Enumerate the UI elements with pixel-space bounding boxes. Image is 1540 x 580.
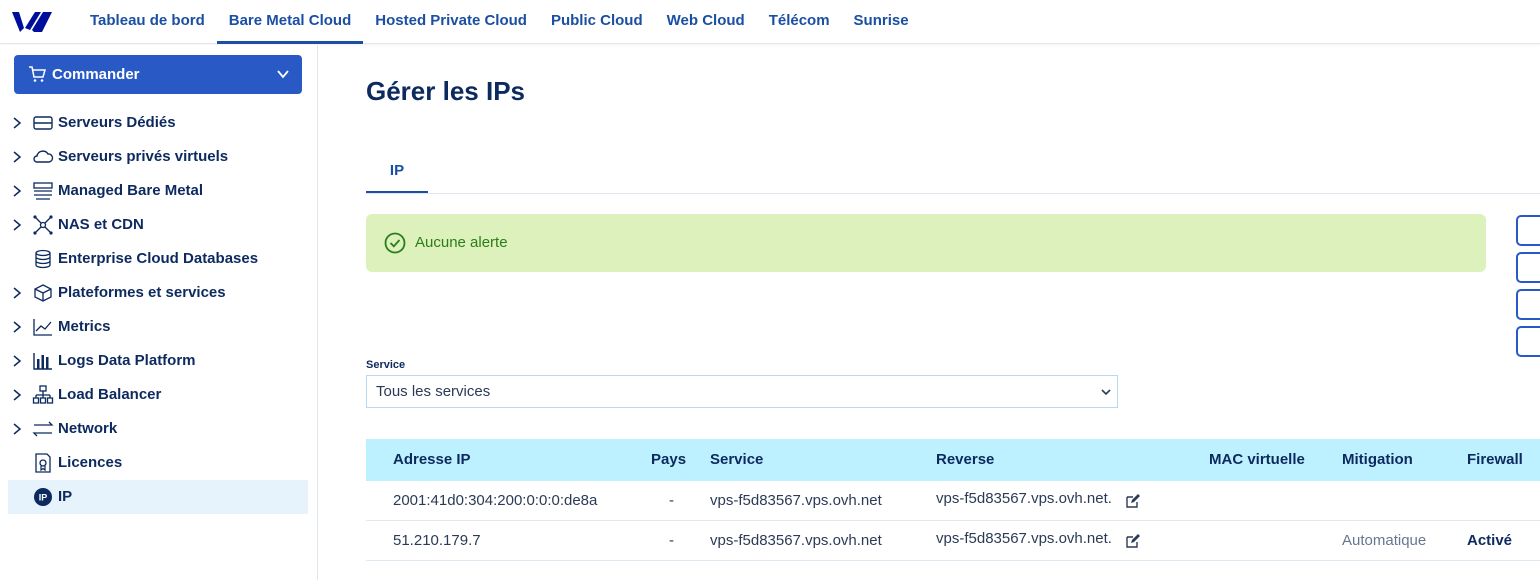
action-button[interactable] [1516, 289, 1540, 320]
topnav-bare-metal-cloud[interactable]: Bare Metal Cloud [216, 0, 364, 44]
column-header-ip[interactable]: Adresse IP [393, 439, 471, 481]
cell-ip: 51.210.179.7 [393, 532, 481, 549]
sidebar: Commander Serveurs Dédiés Serveurs privé… [0, 45, 318, 580]
cell-country: - [669, 492, 674, 509]
sidebar-item-plateformes-et-services[interactable]: Plateformes et services [8, 276, 308, 310]
chevron-right-icon[interactable] [12, 117, 22, 129]
sidebar-item-label: Plateformes et services [58, 284, 226, 301]
server-icon [33, 116, 53, 130]
cell-service: vps-f5d83567.vps.ovh.net [710, 532, 882, 549]
cell-ip: 2001:41d0:304:200:0:0:0:de8a [393, 492, 598, 509]
sidebar-nav: Serveurs Dédiés Serveurs privés virtuels… [8, 106, 308, 514]
chevron-right-icon[interactable] [12, 219, 22, 231]
stack-icon [33, 182, 53, 200]
chevron-right-icon[interactable] [12, 355, 22, 367]
edit-icon[interactable] [1125, 533, 1141, 549]
column-header-mac[interactable]: MAC virtuelle [1209, 439, 1305, 481]
ip-icon: IP [34, 488, 52, 506]
column-header-mitigation[interactable]: Mitigation [1342, 439, 1413, 481]
sidebar-item-managed-bare-metal[interactable]: Managed Bare Metal [8, 174, 308, 208]
hierarchy-icon [32, 385, 54, 404]
chevron-right-icon[interactable] [12, 389, 22, 401]
cell-service: vps-f5d83567.vps.ovh.net [710, 492, 882, 509]
ip-table: Adresse IP Pays Service Reverse MAC virt… [366, 439, 1540, 561]
chevron-right-icon[interactable] [12, 185, 22, 197]
line-chart-icon [33, 319, 52, 336]
edit-icon[interactable] [1125, 493, 1141, 509]
chevron-down-icon [1101, 389, 1111, 396]
column-header-firewall[interactable]: Firewall [1467, 439, 1523, 481]
cell-country: - [669, 532, 674, 549]
topnav-public-cloud[interactable]: Public Cloud [539, 0, 655, 44]
sidebar-item-label: Serveurs Dédiés [58, 114, 176, 131]
cart-icon [29, 66, 46, 82]
cube-icon [34, 284, 52, 302]
sidebar-item-label: Metrics [58, 318, 111, 335]
table-row: 2001:41d0:304:200:0:0:0:de8a - vps-f5d83… [366, 481, 1540, 521]
sidebar-item-label: Network [58, 420, 118, 437]
chevron-right-icon[interactable] [12, 321, 22, 333]
cell-reverse: vps-f5d83567.vps.ovh.net. [936, 490, 1112, 507]
action-button[interactable] [1516, 326, 1540, 357]
chevron-right-icon[interactable] [12, 151, 22, 163]
chevron-right-icon[interactable] [12, 423, 22, 435]
alert-message: Aucune alerte [415, 234, 508, 251]
svg-text:IP: IP [39, 493, 48, 503]
cell-firewall: Activé [1467, 532, 1513, 549]
column-header-reverse[interactable]: Reverse [936, 439, 994, 481]
service-filter-select[interactable]: Tous les services [366, 375, 1118, 408]
sidebar-item-label: IP [58, 488, 73, 505]
arrows-icon [32, 421, 54, 437]
service-filter-value: Tous les services [376, 383, 491, 400]
topnav-telecom[interactable]: Télécom [757, 0, 842, 44]
sidebar-item-ip[interactable]: IP IP [8, 480, 308, 514]
tab-ip[interactable]: IP [366, 152, 428, 193]
sidebar-item-label: Logs Data Platform [58, 352, 196, 369]
sidebar-item-label: Managed Bare Metal [58, 182, 204, 199]
sidebar-item-logs-data-platform[interactable]: Logs Data Platform [8, 344, 308, 378]
topnav-sunrise[interactable]: Sunrise [842, 0, 921, 44]
sidebar-item-enterprise-cloud-databases[interactable]: Enterprise Cloud Databases [8, 242, 308, 276]
column-header-service[interactable]: Service [710, 439, 763, 481]
table-row: 51.210.179.7 - vps-f5d83567.vps.ovh.net … [366, 521, 1540, 561]
sidebar-item-label: NAS et CDN [58, 216, 144, 233]
service-filter-label: Service [366, 359, 406, 371]
sidebar-item-label: Enterprise Cloud Databases [58, 250, 259, 267]
topnav-tableau-de-bord[interactable]: Tableau de bord [78, 0, 217, 44]
chevron-down-icon [277, 70, 289, 79]
bar-chart-icon [33, 353, 52, 370]
cloud-icon [33, 150, 54, 163]
table-header: Adresse IP Pays Service Reverse MAC virt… [366, 439, 1540, 481]
page-title: Gérer les IPs [366, 76, 525, 106]
sidebar-item-metrics[interactable]: Metrics [8, 310, 308, 344]
database-icon [35, 249, 51, 269]
license-icon [35, 453, 51, 473]
topnav-web-cloud[interactable]: Web Cloud [655, 0, 757, 44]
sidebar-item-label: Licences [58, 454, 123, 471]
tab-bar: IP [366, 152, 1540, 194]
sidebar-item-licences[interactable]: Licences [8, 446, 308, 480]
chevron-right-icon[interactable] [12, 287, 22, 299]
network-nodes-icon [33, 215, 53, 235]
column-header-country[interactable]: Pays [651, 439, 686, 481]
alert-banner: Aucune alerte [366, 214, 1486, 272]
sidebar-item-network[interactable]: Network [8, 412, 308, 446]
sidebar-item-serveurs-prives-virtuels[interactable]: Serveurs privés virtuels [8, 140, 308, 174]
check-circle-icon [384, 232, 406, 254]
sidebar-item-nas-et-cdn[interactable]: NAS et CDN [8, 208, 308, 242]
order-button[interactable]: Commander [14, 55, 302, 94]
order-button-label: Commander [52, 66, 140, 83]
sidebar-item-label: Load Balancer [58, 386, 162, 403]
sidebar-item-serveurs-dedies[interactable]: Serveurs Dédiés [8, 106, 308, 140]
action-button[interactable] [1516, 215, 1540, 246]
sidebar-item-load-balancer[interactable]: Load Balancer [8, 378, 308, 412]
top-navigation-bar: Tableau de bord Bare Metal Cloud Hosted … [0, 0, 1540, 44]
cell-reverse: vps-f5d83567.vps.ovh.net. [936, 530, 1112, 547]
top-nav-menu: Tableau de bord Bare Metal Cloud Hosted … [78, 0, 921, 44]
cell-mitigation: Automatique [1342, 532, 1427, 549]
action-button[interactable] [1516, 252, 1540, 283]
ovhcloud-logo[interactable] [10, 8, 54, 34]
topnav-hosted-private-cloud[interactable]: Hosted Private Cloud [363, 0, 539, 44]
sidebar-item-label: Serveurs privés virtuels [58, 148, 229, 165]
